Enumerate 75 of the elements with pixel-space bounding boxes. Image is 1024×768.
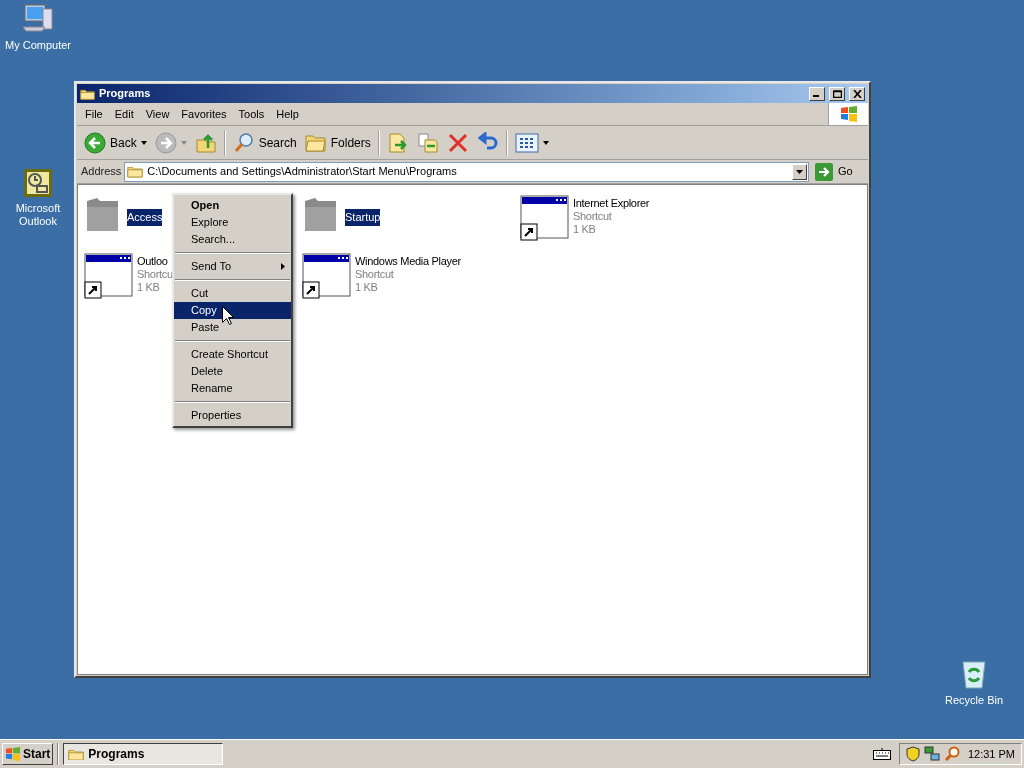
- address-field[interactable]: C:\Documents and Settings\Administrator\Start Menu\Programs: [124, 161, 809, 182]
- folder-icon: [127, 165, 144, 178]
- taskbar-button[interactable]: Programs: [63, 743, 224, 765]
- context-menu-item[interactable]: Properties: [174, 407, 291, 424]
- go-button[interactable]: Go: [812, 162, 864, 181]
- search-button[interactable]: Search: [229, 128, 300, 157]
- search-icon[interactable]: [943, 746, 960, 762]
- folder-icon: [68, 747, 85, 761]
- dropdown-arrow-icon: [140, 140, 147, 145]
- maximize-icon: [832, 89, 842, 98]
- window-title: Programs: [99, 86, 152, 102]
- context-menu-item[interactable]: Cut: [174, 285, 291, 302]
- context-menu-item[interactable]: Search...: [174, 231, 291, 248]
- folders-icon: [304, 132, 327, 153]
- desktop-icon-label[interactable]: My Computer: [5, 39, 71, 52]
- context-menu-item[interactable]: Delete: [174, 363, 291, 380]
- item-size: 1 KB: [355, 281, 379, 294]
- shortcut-name[interactable]: Outloo: [137, 255, 173, 268]
- shortcut-window-icon: [520, 195, 570, 241]
- mouse-pointer-icon: [222, 306, 234, 325]
- context-menu-item[interactable]: Create Shortcut: [174, 346, 291, 363]
- move-to-icon: [386, 131, 409, 154]
- delete-icon: [446, 131, 469, 154]
- context-menu-item[interactable]: Send To: [174, 258, 291, 275]
- shortcut-window-icon: [84, 253, 134, 299]
- menu-item[interactable]: Edit: [108, 103, 140, 125]
- context-menu-item[interactable]: Copy: [174, 302, 291, 319]
- close-button[interactable]: [849, 86, 865, 101]
- item-type: Shortcut: [573, 210, 613, 223]
- shortcut-name[interactable]: Internet Explorer: [573, 197, 650, 210]
- folders-button[interactable]: Folders: [301, 128, 374, 157]
- dropdown-arrow-icon: [542, 140, 549, 145]
- minimize-button[interactable]: [809, 86, 825, 101]
- folder-name[interactable]: Startup: [345, 209, 381, 226]
- shortcut-window-icon: [302, 253, 352, 299]
- views-icon: [514, 132, 539, 153]
- folder-icon: [80, 87, 95, 100]
- menu-item[interactable]: View: [139, 103, 176, 125]
- context-menu-item[interactable]: Explore: [174, 214, 291, 231]
- menu-item[interactable]: File: [79, 103, 109, 125]
- network-icon[interactable]: [923, 746, 940, 762]
- item-size: 1 KB: [573, 223, 597, 236]
- shield-icon[interactable]: [905, 746, 920, 762]
- menu-item[interactable]: Help: [270, 103, 305, 125]
- minimize-icon: [813, 95, 819, 97]
- menu-item[interactable]: Tools: [232, 103, 271, 125]
- desktop-icon-label[interactable]: Recycle Bin: [944, 694, 1004, 707]
- item-type: Shortcu: [137, 268, 173, 281]
- dropdown-arrow-icon: [796, 169, 803, 174]
- context-menu-item[interactable]: Open: [174, 197, 291, 214]
- dropdown-arrow-icon: [180, 140, 187, 145]
- address-label: Address: [81, 164, 122, 180]
- search-icon: [232, 131, 255, 154]
- item-type: Shortcut: [355, 268, 395, 281]
- context-menu-item[interactable]: Rename: [174, 380, 291, 397]
- recycle-bin-icon: [960, 658, 988, 690]
- desktop-icon-label[interactable]: Microsoft Outlook: [0, 202, 76, 228]
- dropdown-button[interactable]: [792, 163, 807, 180]
- shortcut-name[interactable]: Windows Media Player: [355, 255, 461, 268]
- folder-name[interactable]: Access: [127, 209, 163, 226]
- back-button[interactable]: Back: [81, 128, 150, 157]
- windows-flag-icon: [839, 106, 858, 122]
- copy-to-icon: [416, 131, 439, 154]
- clock[interactable]: 12:31 PM: [967, 745, 1015, 763]
- close-icon: [852, 89, 862, 98]
- item-size: 1 KB: [137, 281, 161, 294]
- start-button[interactable]: Start: [2, 743, 54, 765]
- keyboard-icon[interactable]: [872, 748, 891, 760]
- windows-flag-icon: [5, 747, 21, 761]
- submenu-arrow-icon: [281, 263, 285, 270]
- calendar-clock-icon: [23, 168, 53, 198]
- context-menu-item[interactable]: Paste: [174, 319, 291, 336]
- maximize-button[interactable]: [829, 86, 845, 101]
- menu-item[interactable]: Favorites: [175, 103, 233, 125]
- computer-icon: [21, 3, 55, 35]
